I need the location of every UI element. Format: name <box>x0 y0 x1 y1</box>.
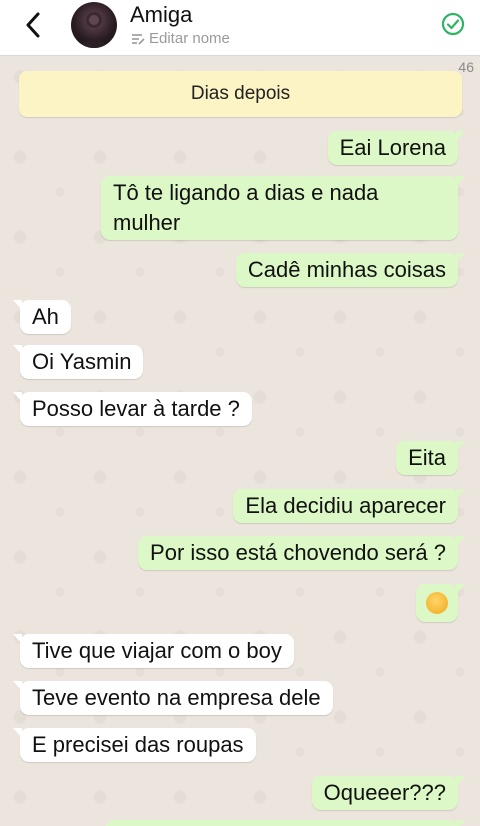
edit-name-label: Editar nome <box>149 30 230 47</box>
message-text: Cadê minhas coisas <box>247 257 446 282</box>
message-bubble[interactable]: Cadê minhas coisas <box>235 253 466 287</box>
message-bubble[interactable]: Por isso está chovendo será ? <box>138 536 465 570</box>
message-bubble[interactable]: Ah <box>13 300 71 334</box>
unamused-face-icon <box>426 592 448 614</box>
message-text: Ah <box>32 304 59 329</box>
message-bubble[interactable]: E precisei das roupas <box>13 728 256 762</box>
message-text: Eita <box>408 445 446 470</box>
contact-name[interactable]: Amiga <box>130 2 192 28</box>
message-bubble[interactable]: Eai Lorena <box>327 131 466 165</box>
confirm-button[interactable] <box>441 12 465 36</box>
message-bubble[interactable]: Posso levar à tarde ? <box>13 392 252 426</box>
message-text: Ela decidiu aparecer <box>245 493 446 518</box>
edit-lines-icon <box>132 33 145 45</box>
message-bubble[interactable]: Teve evento na empresa dele <box>13 681 333 715</box>
chat-area[interactable]: 46 Dias depois Eai Lorena Tô te ligando … <box>0 57 480 826</box>
chat-header: Amiga Editar nome <box>0 0 480 56</box>
check-circle-icon <box>441 12 465 36</box>
message-text: Posso levar à tarde ? <box>32 396 240 421</box>
message-bubble[interactable]: Oi Yasmin <box>12 345 144 379</box>
message-text: Oqueeer??? <box>323 780 446 805</box>
edit-name-link[interactable]: Editar nome <box>131 30 230 47</box>
message-text: Por isso está chovendo será ? <box>150 540 446 565</box>
chevron-left-icon <box>26 12 40 38</box>
message-bubble[interactable] <box>416 584 465 622</box>
message-text: E precisei das roupas <box>32 732 244 757</box>
back-button[interactable] <box>18 10 48 40</box>
system-message: Dias depois <box>19 71 462 117</box>
message-bubble[interactable]: Oqueeer??? <box>311 776 466 810</box>
message-bubble[interactable]: Ela decidiu aparecer <box>233 489 465 523</box>
message-text: Tô te ligando a dias e nada mulher <box>113 180 379 235</box>
message-bubble[interactable] <box>105 820 465 826</box>
avatar[interactable] <box>71 2 117 48</box>
message-text: Teve evento na empresa dele <box>32 685 321 710</box>
message-text: Oi Yasmin <box>32 349 132 374</box>
message-text: Tive que viajar com o boy <box>32 638 282 663</box>
message-bubble[interactable]: Tô te ligando a dias e nada mulher <box>101 176 465 240</box>
unread-count: 46 <box>458 59 474 75</box>
message-bubble[interactable]: Eita <box>396 441 465 475</box>
message-text: Eai Lorena <box>339 135 446 160</box>
message-bubble[interactable]: Tive que viajar com o boy <box>13 634 294 668</box>
